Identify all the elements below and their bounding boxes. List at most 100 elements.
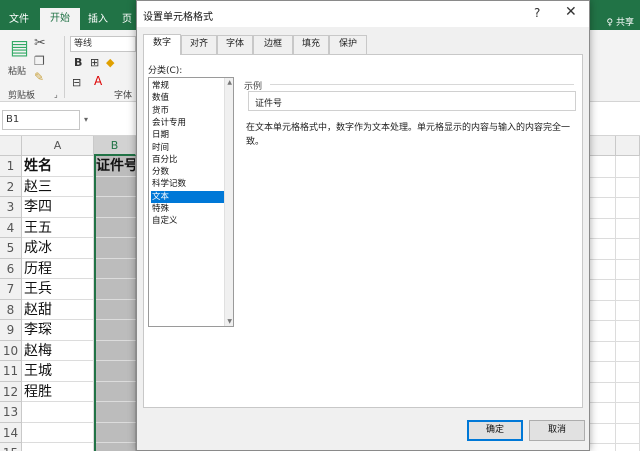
dialog-titlebar[interactable]: 设置单元格格式 ? ✕ (137, 1, 589, 27)
tab-protection[interactable]: 保护 (329, 35, 367, 54)
cell-a[interactable]: 姓名 (22, 156, 94, 177)
cell-b[interactable] (94, 299, 136, 320)
cell-a[interactable] (22, 422, 94, 443)
cell-a[interactable]: 赵三 (22, 176, 94, 197)
category-item[interactable]: 会计专用 (151, 117, 224, 129)
row-header[interactable]: 2 (0, 176, 22, 197)
copy-icon[interactable]: ❐ (34, 54, 45, 68)
tab-home[interactable]: 开始 (40, 8, 80, 30)
row-header[interactable]: 14 (0, 422, 22, 443)
tab-file[interactable]: 文件 (2, 9, 36, 30)
close-icon[interactable]: ✕ (565, 4, 577, 20)
tab-fill[interactable]: 填充 (293, 35, 329, 54)
tab-insert[interactable]: 插入 (82, 9, 114, 30)
cell-a[interactable]: 赵甜 (22, 299, 94, 320)
category-item[interactable]: 时间 (151, 142, 224, 154)
select-all-corner[interactable] (0, 136, 22, 156)
category-item[interactable]: 货币 (151, 105, 224, 117)
cell-b[interactable] (94, 176, 136, 197)
row-header[interactable]: 9 (0, 320, 22, 341)
scroll-down-icon[interactable]: ▼ (227, 318, 232, 325)
paste-icon[interactable]: ▤ (10, 37, 29, 57)
cell-b[interactable] (94, 402, 136, 423)
cancel-button[interactable]: 取消 (529, 420, 585, 441)
cell-a[interactable]: 赵梅 (22, 340, 94, 361)
row-header[interactable]: 6 (0, 258, 22, 279)
category-item[interactable]: 科学记数 (151, 178, 224, 190)
category-list[interactable]: 常规 数值 货币 会计专用 日期 时间 百分比 分数 科学记数 文本 特殊 自定义 ▲ ▼ (148, 77, 234, 327)
paste-label[interactable]: 粘贴 (8, 64, 26, 77)
tab-number[interactable]: 数字 (143, 34, 181, 55)
help-icon[interactable]: ? (534, 6, 540, 20)
cell-a[interactable]: 王五 (22, 217, 94, 238)
cell-a[interactable]: 李四 (22, 197, 94, 218)
row-header[interactable]: 1 (0, 156, 22, 177)
tab-border[interactable]: 边框 (253, 35, 293, 54)
borders-icon[interactable]: ⊞ (90, 56, 99, 70)
cell-a[interactable] (22, 402, 94, 423)
row-header[interactable]: 10 (0, 340, 22, 361)
tab-font[interactable]: 字体 (217, 35, 253, 54)
cell-b[interactable] (94, 217, 136, 238)
cell-a[interactable]: 程胜 (22, 381, 94, 402)
tab-alignment[interactable]: 对齐 (181, 35, 217, 54)
category-item[interactable]: 特殊 (151, 203, 224, 215)
row-header[interactable]: 13 (0, 402, 22, 423)
cell-a[interactable]: 成冰 (22, 238, 94, 259)
cell-b[interactable]: 证件号 (94, 156, 136, 177)
cell-b[interactable] (94, 258, 136, 279)
bold-icon[interactable]: B (74, 56, 82, 70)
category-item[interactable]: 自定义 (151, 215, 224, 227)
category-item[interactable]: 分数 (151, 166, 224, 178)
row-header[interactable]: 5 (0, 238, 22, 259)
category-item[interactable]: 日期 (151, 129, 224, 141)
font-name-select[interactable]: 等线 (70, 36, 136, 52)
sample-value: 证件号 (255, 99, 283, 109)
cell-a[interactable]: 历程 (22, 258, 94, 279)
cell-b[interactable] (94, 443, 136, 451)
cell-b[interactable] (94, 197, 136, 218)
tab-page-layout[interactable]: 页 (118, 9, 136, 30)
cell-b[interactable] (94, 422, 136, 443)
clipboard-group-label: 剪贴板 (8, 91, 36, 101)
name-box-dropdown-icon[interactable]: ▾ (84, 115, 88, 124)
column-header-b[interactable]: B (94, 136, 136, 156)
row-header[interactable]: 12 (0, 381, 22, 402)
row-header[interactable]: 8 (0, 299, 22, 320)
scroll-up-icon[interactable]: ▲ (227, 79, 232, 86)
dialog-title: 设置单元格格式 (143, 12, 213, 23)
category-item[interactable]: 常规 (151, 80, 224, 92)
category-scrollbar[interactable]: ▲ ▼ (224, 78, 233, 326)
row-header[interactable]: 15 (0, 443, 22, 451)
font-color-icon[interactable]: A (94, 74, 102, 88)
row-header[interactable]: 11 (0, 361, 22, 382)
category-item[interactable]: 数值 (151, 92, 224, 104)
strikethrough-icon[interactable]: ⊟ (72, 76, 81, 90)
number-tab-panel: 分类(C): 常规 数值 货币 会计专用 日期 时间 百分比 分数 科学记数 文本 特殊 自定义 ▲ … (143, 54, 583, 408)
row-header[interactable]: 3 (0, 197, 22, 218)
share-button[interactable]: ♀ 共享 (607, 15, 634, 28)
column-header-a[interactable]: A (22, 136, 94, 156)
column-header[interactable] (616, 136, 640, 156)
cell-a[interactable] (22, 443, 94, 451)
cell-b[interactable] (94, 279, 136, 300)
cell-b[interactable] (94, 238, 136, 259)
cut-icon[interactable]: ✂ (34, 36, 46, 50)
row-header[interactable]: 7 (0, 279, 22, 300)
cell-b[interactable] (94, 320, 136, 341)
cell-a[interactable]: 王兵 (22, 279, 94, 300)
dialog-launcher-icon[interactable]: ⌟ (54, 88, 58, 102)
category-item[interactable]: 百分比 (151, 154, 224, 166)
fill-color-icon[interactable]: ◆ (106, 56, 114, 70)
cell-a[interactable]: 王城 (22, 361, 94, 382)
cell-b[interactable] (94, 361, 136, 382)
name-box[interactable]: B1 (2, 110, 80, 130)
ok-button[interactable]: 确定 (467, 420, 523, 441)
category-item[interactable]: 文本 (151, 190, 224, 203)
cell-a[interactable]: 李琛 (22, 320, 94, 341)
format-painter-icon[interactable]: ✎ (34, 70, 44, 84)
cell-b[interactable] (94, 340, 136, 361)
cell-b[interactable] (94, 381, 136, 402)
column-header[interactable] (590, 136, 616, 156)
row-header[interactable]: 4 (0, 217, 22, 238)
